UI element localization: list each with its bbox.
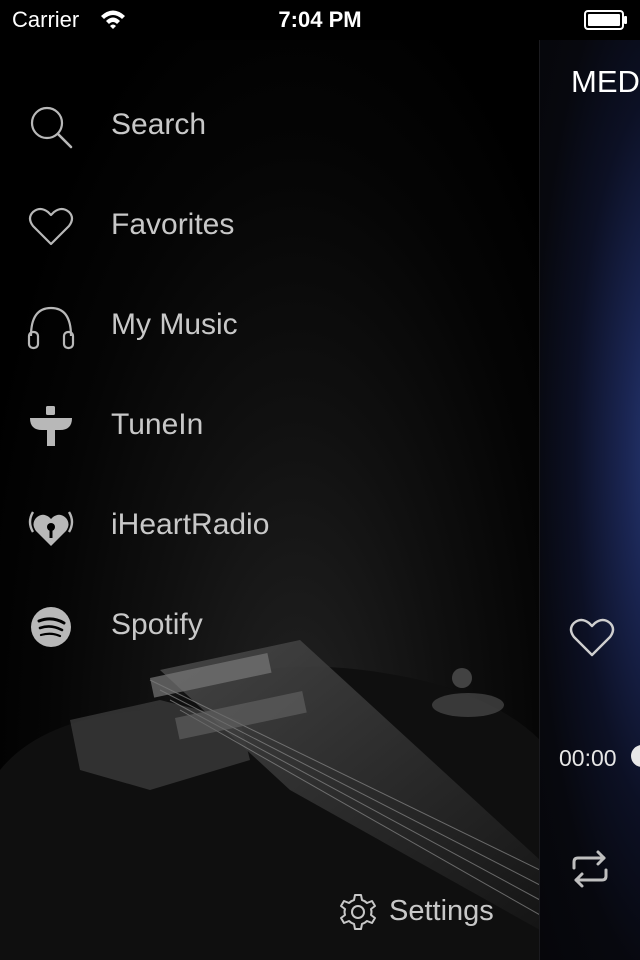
spotify-icon (31, 607, 71, 647)
menu-item-my-music[interactable]: My Music (0, 286, 540, 366)
menu-item-label: iHeartRadio (111, 508, 270, 541)
iheartradio-icon (28, 511, 74, 546)
elapsed-time: 00:00 (559, 745, 617, 771)
repeat-icon[interactable] (568, 848, 612, 890)
settings-button[interactable]: Settings (336, 892, 526, 936)
settings-label: Settings (389, 895, 494, 927)
status-time: 7:04 PM (278, 7, 362, 32)
tunein-icon (30, 406, 72, 446)
menu-item-label: Search (111, 108, 207, 141)
menu-item-label: Spotify (111, 608, 203, 641)
gear-icon (340, 894, 376, 930)
status-bar: Carrier 7:04 PM (0, 0, 640, 40)
menu-item-iheartradio[interactable]: iHeartRadio (0, 486, 540, 566)
menu-item-favorites[interactable]: Favorites (0, 186, 540, 266)
progress-slider-knob[interactable] (631, 745, 640, 767)
side-menu: Search Favorites My Music TuneIn iHeartR… (0, 40, 540, 960)
heart-icon (28, 207, 74, 246)
player-peek-panel[interactable]: MED 00:00 (539, 40, 640, 960)
headphones-icon (27, 306, 75, 350)
battery-icon (584, 10, 627, 30)
player-title: MED (571, 64, 640, 99)
search-icon (30, 106, 73, 149)
menu-item-search[interactable]: Search (0, 86, 540, 166)
menu-item-spotify[interactable]: Spotify (0, 586, 540, 666)
menu-item-label: Favorites (111, 208, 235, 241)
menu-item-label: My Music (111, 308, 238, 341)
menu-item-tunein[interactable]: TuneIn (0, 386, 540, 466)
favorite-heart-icon[interactable] (568, 615, 616, 659)
menu-item-label: TuneIn (111, 408, 204, 441)
